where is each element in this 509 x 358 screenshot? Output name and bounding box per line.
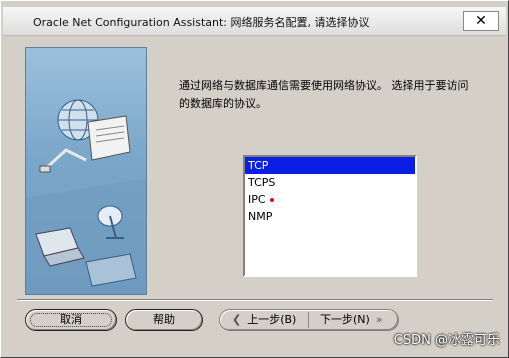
close-icon: ✕ xyxy=(475,13,487,29)
window-title: Oracle Net Configuration Assistant: 网络服务… xyxy=(33,16,370,29)
protocol-option-nmp[interactable]: NMP xyxy=(245,208,415,225)
next-button[interactable]: 下一步(N) » xyxy=(320,310,389,330)
wizard-navigation: ❮ 上一步(B) 下一步(N) » xyxy=(219,309,399,331)
protocol-option-ipc[interactable]: IPC xyxy=(245,191,415,208)
protocol-label: IPC xyxy=(248,193,266,206)
protocol-label: TCP xyxy=(248,159,269,172)
watermark-text: CSDN @冰露可乐 xyxy=(393,333,500,348)
focus-rectangle xyxy=(30,313,112,327)
next-label: 下一步(N) xyxy=(320,313,370,326)
close-button[interactable]: ✕ xyxy=(463,11,499,31)
back-label: 上一步(B) xyxy=(247,313,297,326)
protocol-option-tcp[interactable]: TCP xyxy=(245,157,415,174)
dialog-window: Oracle Net Configuration Assistant: 网络服务… xyxy=(0,0,509,358)
protocol-label: TCPS xyxy=(248,176,276,189)
title-bar[interactable]: Oracle Net Configuration Assistant: 网络服务… xyxy=(3,7,506,36)
chevron-right-icon: » xyxy=(375,313,383,326)
back-button[interactable]: ❮ 上一步(B) xyxy=(226,310,296,330)
annotation-dot xyxy=(270,198,274,202)
button-divider xyxy=(17,299,493,301)
instruction-text: 通过网络与数据库通信需要使用网络协议。 选择用于要访问的数据库的协议。 xyxy=(179,79,469,110)
protocol-listbox[interactable]: TCP TCPS IPC NMP xyxy=(243,155,417,277)
nav-separator xyxy=(308,312,309,328)
help-button[interactable]: 帮助 xyxy=(125,309,203,331)
cancel-button[interactable]: 取消 xyxy=(25,309,117,331)
network-illustration-icon xyxy=(26,99,146,294)
chevron-left-icon: ❮ xyxy=(232,313,242,326)
protocol-option-tcps[interactable]: TCPS xyxy=(245,174,415,191)
wizard-illustration xyxy=(25,47,147,295)
help-label: 帮助 xyxy=(153,313,175,326)
protocol-label: NMP xyxy=(248,210,273,223)
